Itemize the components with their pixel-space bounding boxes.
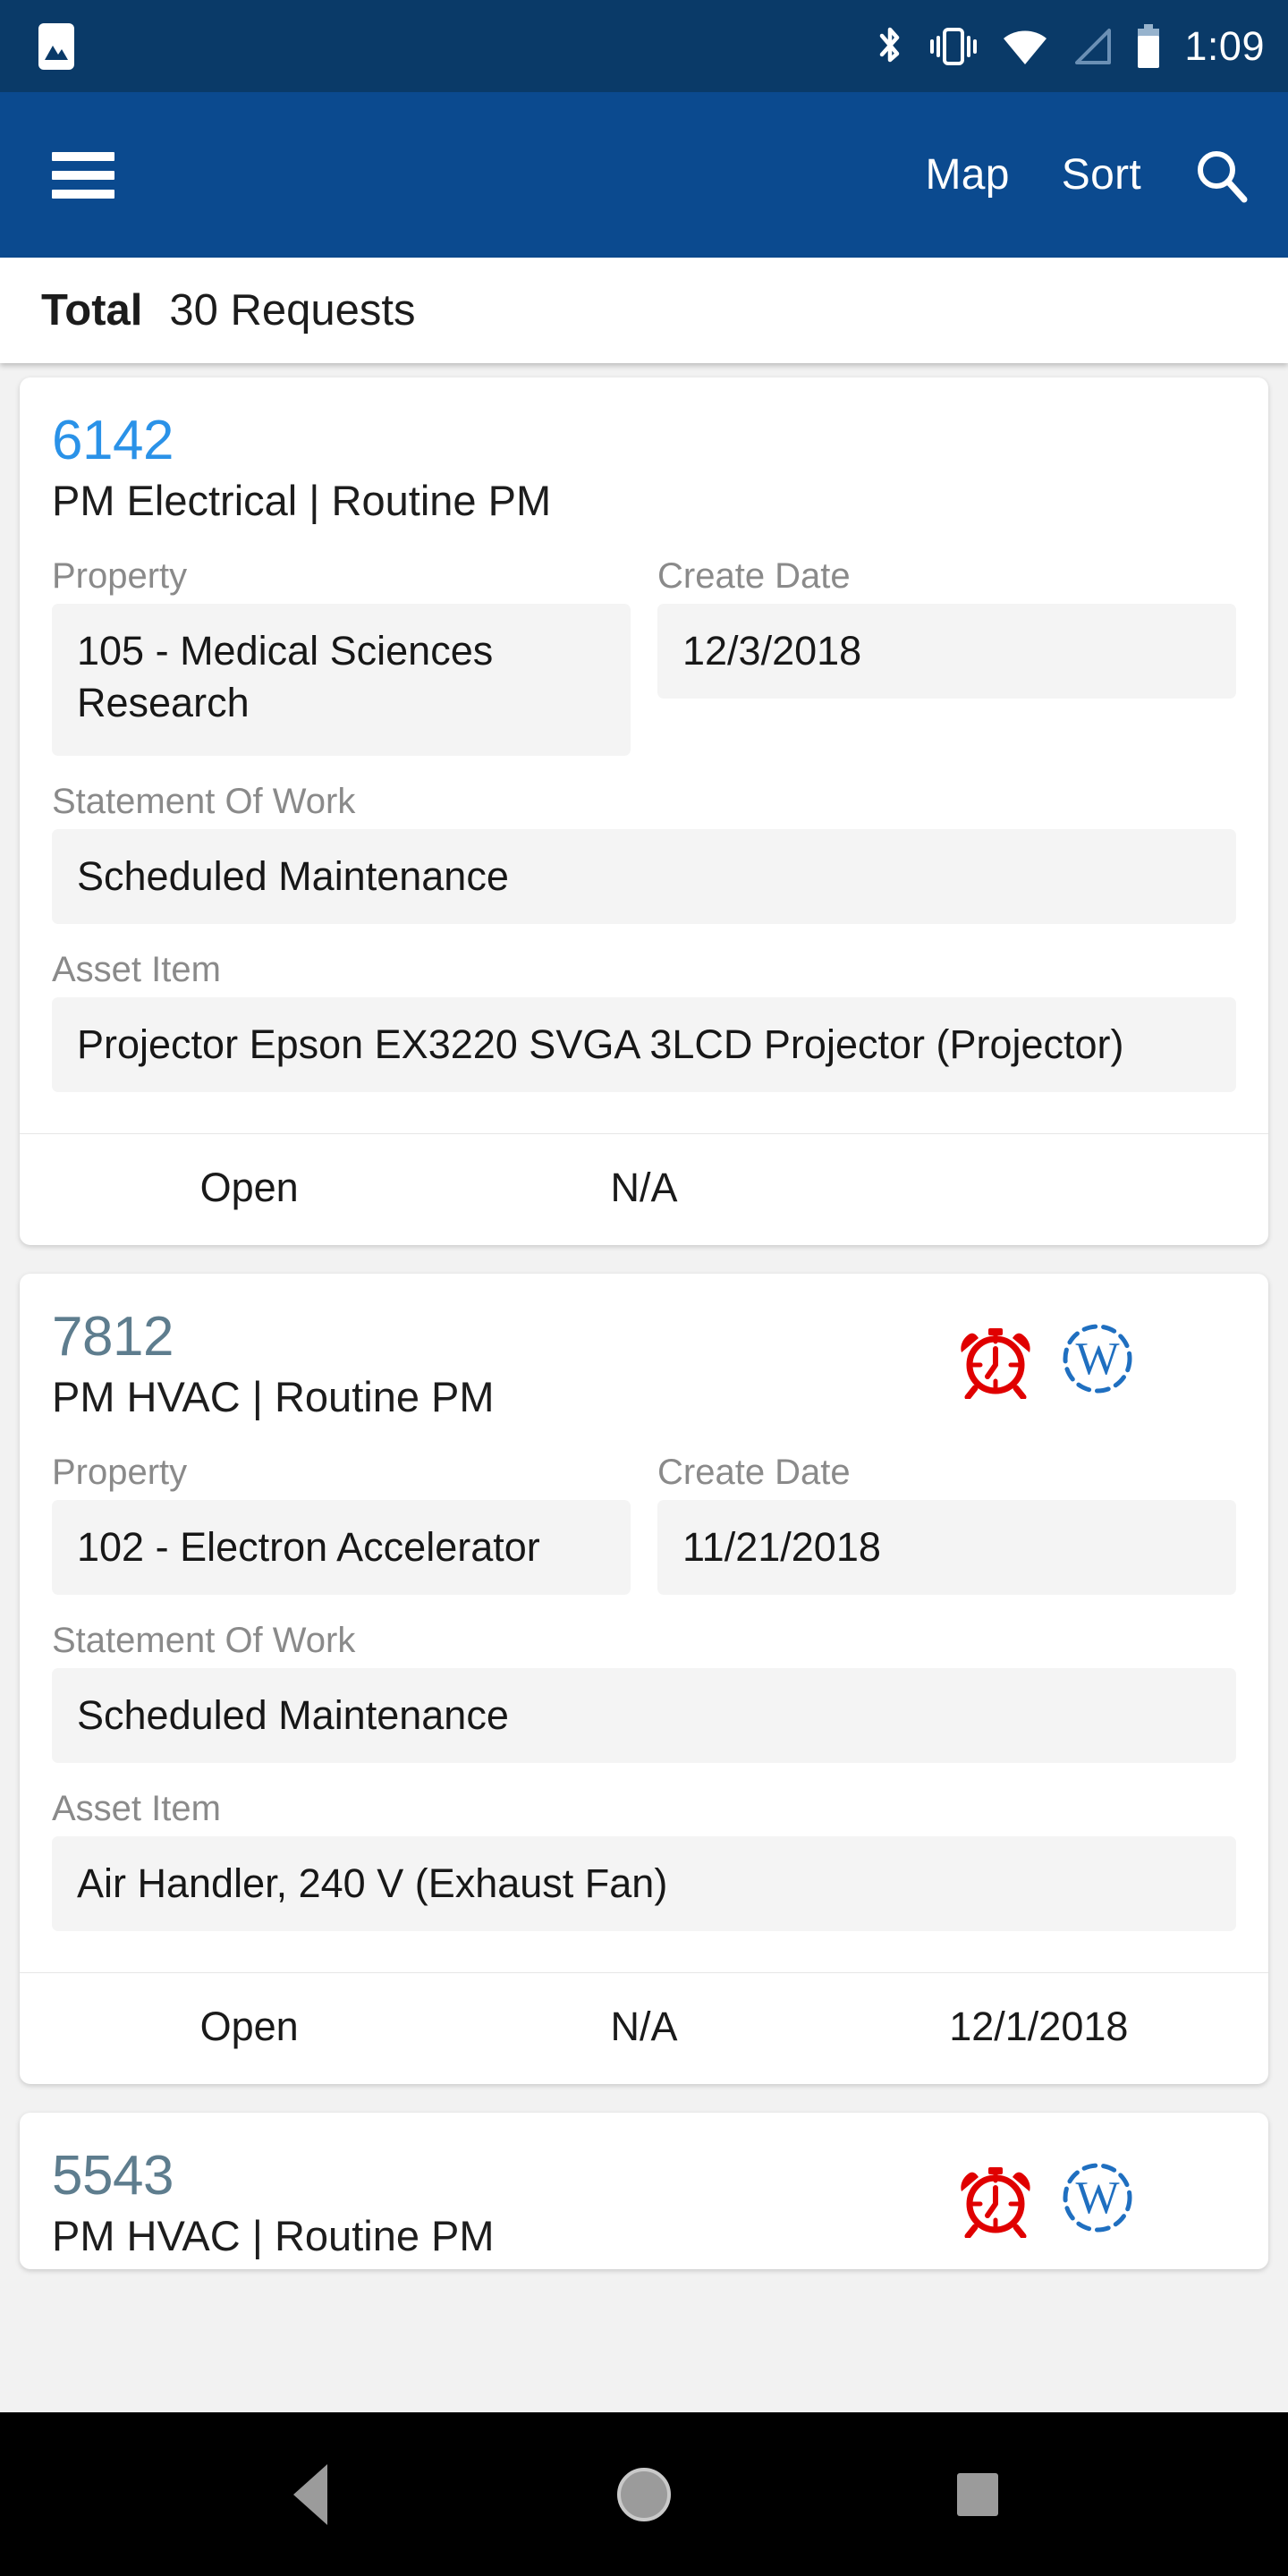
request-card-heading: 6142 PM Electrical | Routine PM <box>52 411 1236 525</box>
property-field: Property 105 - Medical Sciences Research <box>52 555 631 757</box>
request-list[interactable]: 6142 PM Electrical | Routine PM Property… <box>0 363 1288 2412</box>
request-type: PM HVAC | Routine PM <box>52 2212 495 2260</box>
request-type: PM HVAC | Routine PM <box>52 1373 495 1421</box>
request-card-body: 7812 PM HVAC | Routine PM W Property 102… <box>20 1274 1268 1940</box>
request-fields: Property 102 - Electron Accelerator Crea… <box>52 1452 1236 1932</box>
hamburger-menu-icon[interactable] <box>52 151 114 199</box>
request-card-footer: Open N/A 12/1/2018 <box>20 1972 1268 2084</box>
photo-icon <box>38 22 75 71</box>
request-id: 7812 <box>52 1306 174 1368</box>
wifi-icon <box>1002 27 1048 66</box>
request-card[interactable]: 5543 PM HVAC | Routine PM W <box>20 2113 1268 2270</box>
cellular-signal-icon <box>1072 27 1113 66</box>
asset-item-value: Air Handler, 240 V (Exhaust Fan) <box>52 1836 1236 1932</box>
status-bar: 1:09 <box>0 0 1288 92</box>
request-card-footer: Open N/A <box>20 1133 1268 1245</box>
request-id: 6142 <box>52 410 174 471</box>
alarm-clock-icon <box>957 1318 1034 1400</box>
app-bar: Map Sort <box>0 92 1288 258</box>
statement-of-work-label: Statement Of Work <box>52 1621 356 1661</box>
request-card-body: 5543 PM HVAC | Routine PM W <box>20 2113 1268 2269</box>
summary-value: 30 Requests <box>169 286 416 335</box>
request-card-heading: 7812 PM HVAC | Routine PM <box>52 1308 957 1421</box>
create-date-label: Create Date <box>657 1453 851 1493</box>
request-fields: Property 105 - Medical Sciences Research… <box>52 555 1236 1093</box>
request-card-header: 7812 PM HVAC | Routine PM W <box>52 1308 1236 1421</box>
request-card-heading: 5543 PM HVAC | Routine PM <box>52 2147 957 2260</box>
property-label: Property <box>52 1453 188 1493</box>
request-due-date: 12/1/2018 <box>949 2004 1129 2050</box>
request-card-body: 6142 PM Electrical | Routine PM Property… <box>20 377 1268 1101</box>
request-card-icons: W <box>957 2147 1136 2239</box>
create-date-label: Create Date <box>657 556 851 597</box>
property-field: Property 102 - Electron Accelerator <box>52 1452 631 1596</box>
request-status: Open <box>199 1165 299 1211</box>
svg-text:W: W <box>1075 2173 1119 2224</box>
asset-item-value: Projector Epson EX3220 SVGA 3LCD Project… <box>52 997 1236 1093</box>
property-value: 102 - Electron Accelerator <box>52 1500 631 1596</box>
summary-label: Total <box>41 286 143 335</box>
home-circle-icon[interactable] <box>590 2441 698 2548</box>
w-badge-icon: W <box>1059 1318 1136 1399</box>
statement-of-work-label: Statement Of Work <box>52 782 356 822</box>
svg-text:W: W <box>1075 1334 1119 1385</box>
app-root: 1:09 Map Sort Total 30 Requests 6142 PM … <box>0 0 1288 2576</box>
request-card-icons: W <box>957 1308 1136 1400</box>
vibrate-icon <box>928 26 979 67</box>
request-card[interactable]: 7812 PM HVAC | Routine PM W Property 102… <box>20 1274 1268 2085</box>
asset-item-field: Asset Item Projector Epson EX3220 SVGA 3… <box>52 949 1236 1093</box>
asset-item-field: Asset Item Air Handler, 240 V (Exhaust F… <box>52 1788 1236 1932</box>
statement-of-work-value: Scheduled Maintenance <box>52 1668 1236 1764</box>
back-triangle-icon[interactable] <box>257 2441 364 2548</box>
create-date-value: 11/21/2018 <box>657 1500 1236 1596</box>
alarm-clock-icon <box>957 2157 1034 2239</box>
status-bar-right: 1:09 <box>875 23 1265 69</box>
request-assignee: N/A <box>610 1165 678 1211</box>
property-label: Property <box>52 556 188 597</box>
app-bar-actions: Map Sort <box>925 148 1249 203</box>
status-time: 1:09 <box>1184 23 1265 69</box>
request-type: PM Electrical | Routine PM <box>52 477 552 525</box>
request-status: Open <box>199 2004 299 2050</box>
sort-button[interactable]: Sort <box>1062 153 1141 197</box>
statement-of-work-field: Statement Of Work Scheduled Maintenance <box>52 1620 1236 1764</box>
recents-square-icon[interactable] <box>924 2441 1031 2548</box>
request-assignee: N/A <box>610 2004 678 2050</box>
asset-item-label: Asset Item <box>52 1789 221 1829</box>
status-bar-left <box>38 22 75 71</box>
request-id: 5543 <box>52 2145 174 2207</box>
property-date-row: Property 102 - Electron Accelerator Crea… <box>52 1452 1236 1596</box>
map-button[interactable]: Map <box>925 153 1009 197</box>
asset-item-label: Asset Item <box>52 950 221 990</box>
statement-of-work-value: Scheduled Maintenance <box>52 829 1236 925</box>
search-icon[interactable] <box>1193 148 1249 203</box>
w-badge-icon: W <box>1059 2157 1136 2238</box>
statement-of-work-field: Statement Of Work Scheduled Maintenance <box>52 781 1236 925</box>
property-date-row: Property 105 - Medical Sciences Research… <box>52 555 1236 757</box>
property-value: 105 - Medical Sciences Research <box>52 604 631 757</box>
create-date-value: 12/3/2018 <box>657 604 1236 699</box>
create-date-field: Create Date 12/3/2018 <box>657 555 1236 699</box>
create-date-field: Create Date 11/21/2018 <box>657 1452 1236 1596</box>
request-card-header: 6142 PM Electrical | Routine PM <box>52 411 1236 525</box>
bluetooth-icon <box>875 24 905 69</box>
request-card[interactable]: 6142 PM Electrical | Routine PM Property… <box>20 377 1268 1246</box>
android-nav-bar <box>0 2412 1288 2576</box>
battery-icon <box>1136 23 1161 69</box>
request-card-header: 5543 PM HVAC | Routine PM W <box>52 2147 1236 2260</box>
summary-bar: Total 30 Requests <box>0 258 1288 363</box>
